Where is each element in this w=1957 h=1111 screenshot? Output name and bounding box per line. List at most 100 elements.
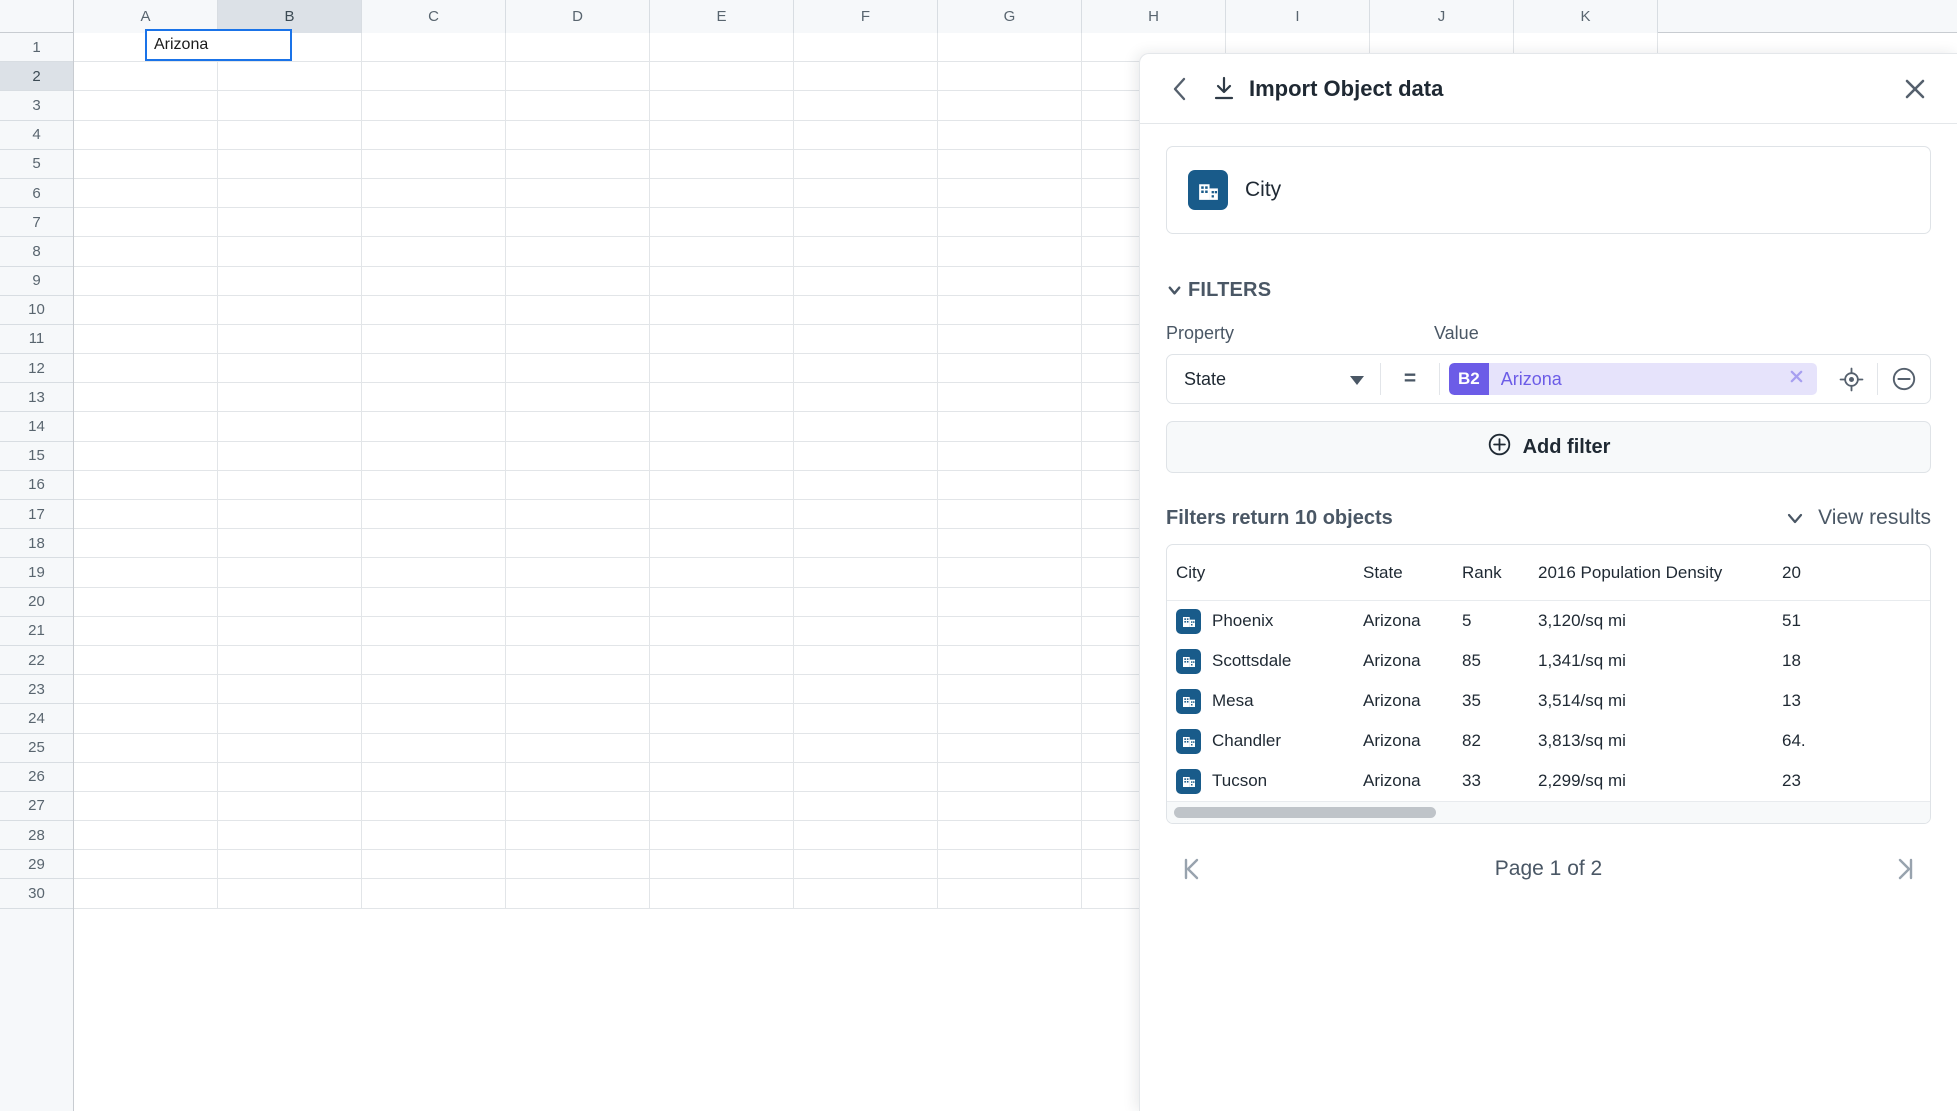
row-header-22[interactable]: 22 bbox=[0, 645, 73, 676]
cell-G17[interactable] bbox=[938, 500, 1082, 530]
cell-G10[interactable] bbox=[938, 295, 1082, 325]
cell-B16[interactable] bbox=[218, 470, 362, 500]
cell-D25[interactable] bbox=[506, 733, 650, 763]
cell-D16[interactable] bbox=[506, 470, 650, 500]
row-header-17[interactable]: 17 bbox=[0, 500, 73, 530]
cell-B29[interactable] bbox=[218, 850, 362, 880]
row-header-20[interactable]: 20 bbox=[0, 587, 73, 617]
cell-B9[interactable] bbox=[218, 266, 362, 296]
cell-G2[interactable] bbox=[938, 62, 1082, 92]
cell-E24[interactable] bbox=[650, 704, 794, 734]
column-header-g[interactable]: G bbox=[938, 0, 1082, 33]
cell-B6[interactable] bbox=[218, 178, 362, 209]
minus-circle-icon[interactable] bbox=[1878, 366, 1930, 392]
cell-G18[interactable] bbox=[938, 529, 1082, 559]
cell-D5[interactable] bbox=[506, 149, 650, 179]
column-header-h[interactable]: H bbox=[1082, 0, 1226, 33]
table-row[interactable]: Mesa Arizona 35 3,514/sq mi 13 bbox=[1167, 681, 1930, 721]
row-header-10[interactable]: 10 bbox=[0, 295, 73, 325]
cell-G29[interactable] bbox=[938, 850, 1082, 880]
cell-C21[interactable] bbox=[362, 616, 506, 646]
add-filter-button[interactable]: Add filter bbox=[1166, 421, 1931, 473]
cell-A4[interactable] bbox=[74, 120, 218, 150]
cell-A30[interactable] bbox=[74, 879, 218, 909]
cell-F24[interactable] bbox=[794, 704, 938, 734]
cell-B14[interactable] bbox=[218, 412, 362, 442]
cell-B24[interactable] bbox=[218, 704, 362, 734]
cell-G20[interactable] bbox=[938, 587, 1082, 617]
page-first-icon[interactable] bbox=[1172, 850, 1210, 888]
cell-D21[interactable] bbox=[506, 616, 650, 646]
cell-D30[interactable] bbox=[506, 879, 650, 909]
row-header-7[interactable]: 7 bbox=[0, 208, 73, 238]
cell-B10[interactable] bbox=[218, 295, 362, 325]
column-header-city[interactable]: City bbox=[1167, 563, 1363, 583]
cell-D14[interactable] bbox=[506, 412, 650, 442]
row-header-5[interactable]: 5 bbox=[0, 149, 73, 179]
cell-G3[interactable] bbox=[938, 91, 1082, 121]
row-header-25[interactable]: 25 bbox=[0, 733, 73, 763]
cell-F18[interactable] bbox=[794, 529, 938, 559]
row-header-21[interactable]: 21 bbox=[0, 616, 73, 646]
cell-D3[interactable] bbox=[506, 91, 650, 121]
cell-G14[interactable] bbox=[938, 412, 1082, 442]
cell-A14[interactable] bbox=[74, 412, 218, 442]
view-results-toggle[interactable]: View results bbox=[1785, 506, 1931, 530]
cell-F13[interactable] bbox=[794, 383, 938, 413]
cell-E7[interactable] bbox=[650, 208, 794, 238]
cell-D22[interactable] bbox=[506, 645, 650, 676]
cell-D6[interactable] bbox=[506, 178, 650, 209]
cell-D20[interactable] bbox=[506, 587, 650, 617]
cell-F30[interactable] bbox=[794, 879, 938, 909]
cell-E19[interactable] bbox=[650, 558, 794, 588]
cell-D7[interactable] bbox=[506, 208, 650, 238]
cell-C9[interactable] bbox=[362, 266, 506, 296]
cell-G13[interactable] bbox=[938, 383, 1082, 413]
column-header-rank[interactable]: Rank bbox=[1462, 563, 1538, 583]
row-header-6[interactable]: 6 bbox=[0, 178, 73, 209]
cell-C3[interactable] bbox=[362, 91, 506, 121]
cell-E16[interactable] bbox=[650, 470, 794, 500]
cell-A2[interactable] bbox=[74, 62, 218, 92]
cell-D11[interactable] bbox=[506, 324, 650, 355]
cell-G22[interactable] bbox=[938, 645, 1082, 676]
cell-A7[interactable] bbox=[74, 208, 218, 238]
cell-D18[interactable] bbox=[506, 529, 650, 559]
cell-G26[interactable] bbox=[938, 762, 1082, 792]
cell-A16[interactable] bbox=[74, 470, 218, 500]
cell-F7[interactable] bbox=[794, 208, 938, 238]
cell-C2[interactable] bbox=[362, 62, 506, 92]
cell-B4[interactable] bbox=[218, 120, 362, 150]
cell-E23[interactable] bbox=[650, 675, 794, 705]
cell-E22[interactable] bbox=[650, 645, 794, 676]
column-header-f[interactable]: F bbox=[794, 0, 938, 33]
cell-A22[interactable] bbox=[74, 645, 218, 676]
filter-property-select[interactable]: State bbox=[1167, 369, 1380, 390]
row-header-4[interactable]: 4 bbox=[0, 120, 73, 150]
row-header-27[interactable]: 27 bbox=[0, 791, 73, 822]
filter-value-container[interactable]: B2 Arizona bbox=[1440, 363, 1825, 395]
cell-F1[interactable] bbox=[794, 33, 938, 63]
object-card-city[interactable]: City bbox=[1166, 146, 1931, 234]
cell-A8[interactable] bbox=[74, 237, 218, 267]
table-row[interactable]: Chandler Arizona 82 3,813/sq mi 64. bbox=[1167, 721, 1930, 761]
cell-G21[interactable] bbox=[938, 616, 1082, 646]
cell-B11[interactable] bbox=[218, 324, 362, 355]
cell-E26[interactable] bbox=[650, 762, 794, 792]
cell-D26[interactable] bbox=[506, 762, 650, 792]
page-last-icon[interactable] bbox=[1887, 850, 1925, 888]
cell-F11[interactable] bbox=[794, 324, 938, 355]
cell-F2[interactable] bbox=[794, 62, 938, 92]
cell-E11[interactable] bbox=[650, 324, 794, 355]
cell-D23[interactable] bbox=[506, 675, 650, 705]
row-header-24[interactable]: 24 bbox=[0, 704, 73, 734]
cell-F25[interactable] bbox=[794, 733, 938, 763]
cell-D2[interactable] bbox=[506, 62, 650, 92]
cell-E27[interactable] bbox=[650, 791, 794, 822]
cell-A9[interactable] bbox=[74, 266, 218, 296]
cell-D9[interactable] bbox=[506, 266, 650, 296]
cell-F12[interactable] bbox=[794, 354, 938, 384]
cell-D13[interactable] bbox=[506, 383, 650, 413]
row-header-8[interactable]: 8 bbox=[0, 237, 73, 267]
cell-G8[interactable] bbox=[938, 237, 1082, 267]
